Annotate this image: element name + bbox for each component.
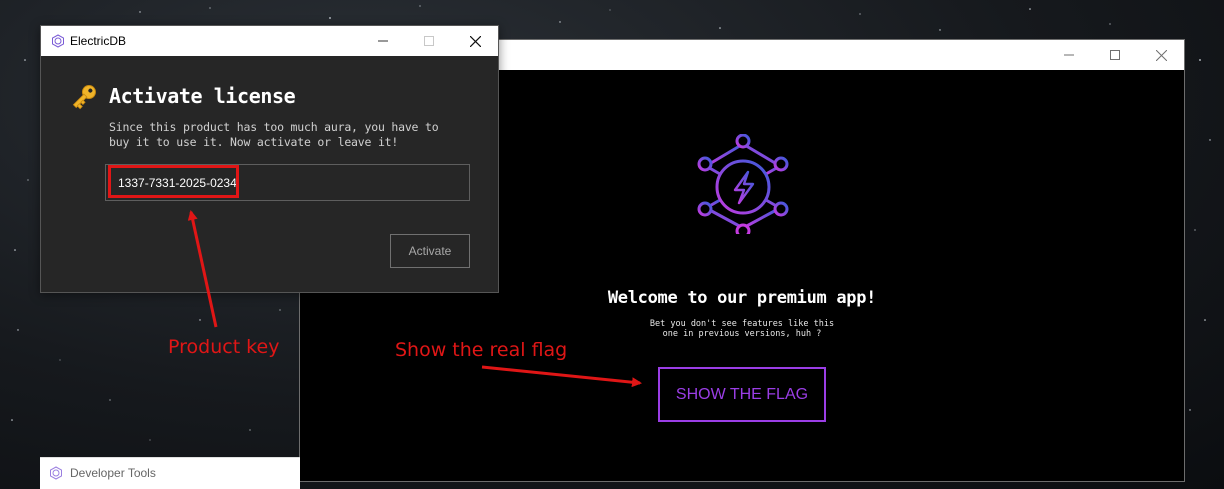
license-window: ElectricDB Activate license Since this p… (40, 25, 499, 293)
welcome-subtitle-line: one in previous versions, huh ? (662, 329, 822, 339)
license-window-title: ElectricDB (70, 34, 127, 48)
developer-tools-window[interactable]: Developer Tools (40, 457, 300, 489)
welcome-subtitle: Bet you don't see features like this one… (300, 319, 1184, 339)
product-key-annotation: Product key (168, 336, 280, 358)
show-flag-annotation: Show the real flag (395, 339, 568, 361)
electricdb-app-icon (50, 466, 62, 480)
maximize-icon[interactable] (1092, 40, 1138, 70)
minimize-icon[interactable] (1046, 40, 1092, 70)
electric-network-logo-icon (697, 134, 789, 234)
license-body: Activate license Since this product has … (41, 56, 498, 292)
close-icon[interactable] (452, 26, 498, 56)
minimize-icon[interactable] (360, 26, 406, 56)
license-heading: Activate license (109, 84, 296, 108)
electricdb-app-icon (52, 34, 64, 48)
activate-button[interactable]: Activate (390, 234, 470, 268)
welcome-subtitle-line: Bet you don't see features like this (649, 319, 835, 329)
key-icon (72, 85, 96, 110)
license-description: Since this product has too much aura, yo… (109, 120, 439, 149)
developer-tools-label: Developer Tools (70, 466, 156, 480)
show-the-flag-button[interactable]: SHOW THE FLAG (658, 367, 826, 422)
license-key-input[interactable]: 1337-7331-2025-0234 (105, 164, 470, 201)
maximize-icon (406, 26, 452, 56)
license-key-value: 1337-7331-2025-0234 (118, 176, 237, 190)
license-titlebar: ElectricDB (41, 26, 498, 56)
close-icon[interactable] (1138, 40, 1184, 70)
